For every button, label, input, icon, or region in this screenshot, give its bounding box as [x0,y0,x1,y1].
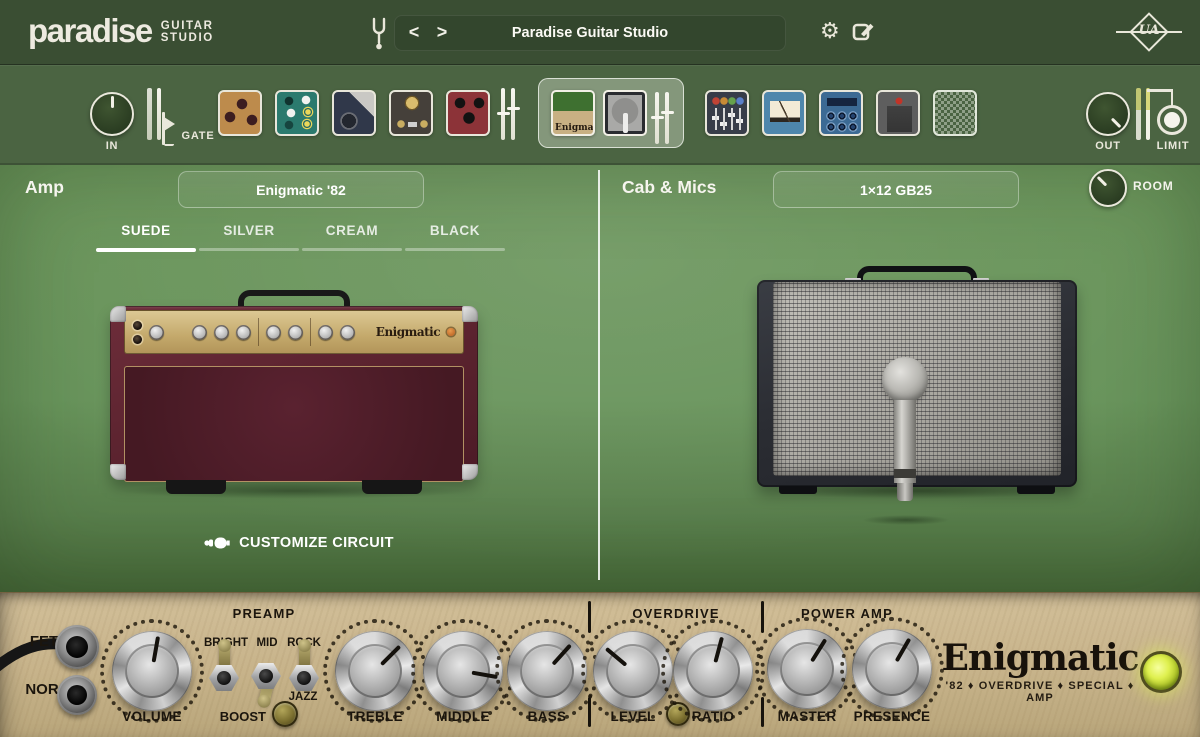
room-knob[interactable] [1089,169,1127,207]
tuner-icon[interactable] [368,16,390,52]
tab-silver[interactable]: SILVER [199,223,299,252]
mic-band [894,469,916,478]
amp-panel: FET NOR VOLUME PREAMP BRIGHT MID ROCK JA… [0,592,1200,737]
amp-finish-tabs: SUEDE SILVER CREAM BLACK [96,223,505,252]
treble-label: TREBLE [325,709,425,724]
plugin-window: paradise GUITARSTUDIO < > Paradise Guita… [0,0,1200,737]
tab-suede[interactable]: SUEDE [96,223,196,252]
preset-forward-button[interactable]: > [431,16,453,50]
pedal-slot-compressor[interactable] [819,90,863,136]
fet-input-jack[interactable] [55,625,99,669]
cab-section-title: Cab & Mics [622,177,716,198]
panel-divider [588,601,591,633]
bass-knob[interactable] [507,631,587,711]
settings-gear-icon[interactable]: ⚙ [820,18,840,44]
preset-back-button[interactable]: < [403,16,425,50]
pedal-slot-tremolo[interactable] [389,90,433,136]
amp-mini-jacks [133,321,142,344]
paradise-logo: paradise GUITARSTUDIO [28,14,214,48]
presence-label: PRESENCE [842,709,942,724]
preset-bar: < > Paradise Guitar Studio [394,15,786,51]
limit-label: LIMIT [1148,140,1198,152]
section-divider [598,170,600,580]
panel-divider [761,601,764,633]
boost-label: BOOST [194,709,266,724]
amp-foot [362,480,422,494]
selected-amp-cab-group: Enigmatic [538,78,684,148]
volume-label: VOLUME [102,709,202,724]
treble-knob[interactable] [335,631,415,711]
presence-knob[interactable] [852,629,932,709]
pedal-slot-chorus[interactable] [275,90,319,136]
cab-foot [1017,486,1055,494]
pedal-slot-overdrive[interactable] [218,90,262,136]
amp-head-image: Enigmatic [108,290,480,494]
boost-button[interactable] [272,701,298,727]
amp-thumbnail[interactable]: Enigmatic [551,90,595,136]
amp-pilot-light [447,328,455,336]
output-label: OUT [1086,140,1130,152]
master-knob[interactable] [767,629,847,709]
logo-wordmark: paradise [28,14,152,48]
input-meter [147,88,161,140]
tab-cream[interactable]: CREAM [302,223,402,252]
amp-control-panel: Enigmatic [124,310,464,354]
preset-name[interactable]: Paradise Guitar Studio [465,16,715,50]
logo-subtitle: GUITARSTUDIO [161,21,214,44]
cab-foot [779,486,817,494]
pedal-slot-gate[interactable] [876,90,920,136]
microphone[interactable] [882,357,928,519]
output-gain-knob[interactable] [1086,92,1130,136]
signal-chain-toolbar: IN GATE Enigmatic OUT LI [0,65,1200,165]
panel-brand-tagline: '82 ♦ OVERDRIVE ♦ SPECIAL ♦ AMP [935,680,1145,704]
middle-knob[interactable] [423,631,503,711]
power-led-button[interactable] [1140,651,1182,693]
amp-thumbnail-label: Enigmatic [555,123,593,133]
cab-thumbnail[interactable] [603,90,647,136]
pre-amp-fader[interactable] [501,88,515,140]
input-label: IN [90,140,134,152]
ratio-knob[interactable] [673,631,753,711]
ua-diamond-logo: UA [1116,11,1182,53]
bright-toggle[interactable] [206,641,242,705]
limit-button[interactable] [1157,105,1187,135]
nor-input-label: NOR [22,681,62,698]
limit-connector-2 [1171,89,1174,106]
amp-section-title: Amp [25,177,64,198]
amp-model-selector[interactable]: Enigmatic '82 [178,171,424,208]
cab-model-selector[interactable]: 1×12 GB25 [773,171,1019,208]
amp-front-grille [124,366,464,482]
ua-monogram: UA [1116,23,1182,38]
ratio-label: RATIO [663,709,763,724]
edit-preset-icon[interactable] [852,20,876,49]
limit-connector [1147,89,1173,92]
output-meter [1136,88,1150,140]
panel-brand-logo: Enigmatic [940,637,1140,679]
tab-black[interactable]: BLACK [405,223,505,252]
customize-circuit-button[interactable]: CUSTOMIZE CIRCUIT [0,535,598,551]
post-amp-fader[interactable] [655,92,669,144]
amp-foot [166,480,226,494]
nor-input-jack[interactable] [57,675,97,715]
pedal-slot-empty[interactable] [933,90,977,136]
room-label: ROOM [1133,179,1174,193]
pedal-slot-eq[interactable] [705,90,749,136]
bass-label: BASS [497,709,597,724]
preamp-section-label: PREAMP [204,606,324,621]
main-area: Amp Enigmatic '82 SUEDE SILVER CREAM BLA… [0,165,1200,592]
gate-label[interactable]: GATE [178,130,218,142]
pedal-slot-vu-meter[interactable] [762,90,806,136]
input-gain-knob[interactable] [90,92,134,136]
mic-connector [897,483,913,501]
pedal-slot-fuzz[interactable] [332,90,376,136]
tube-icon [204,536,230,550]
amp-panel-logo: Enigmatic [376,325,440,339]
mic-head [882,357,928,403]
volume-knob[interactable] [112,631,192,711]
top-bar: paradise GUITARSTUDIO < > Paradise Guita… [0,0,1200,65]
pedal-slot-distortion[interactable] [446,90,490,136]
